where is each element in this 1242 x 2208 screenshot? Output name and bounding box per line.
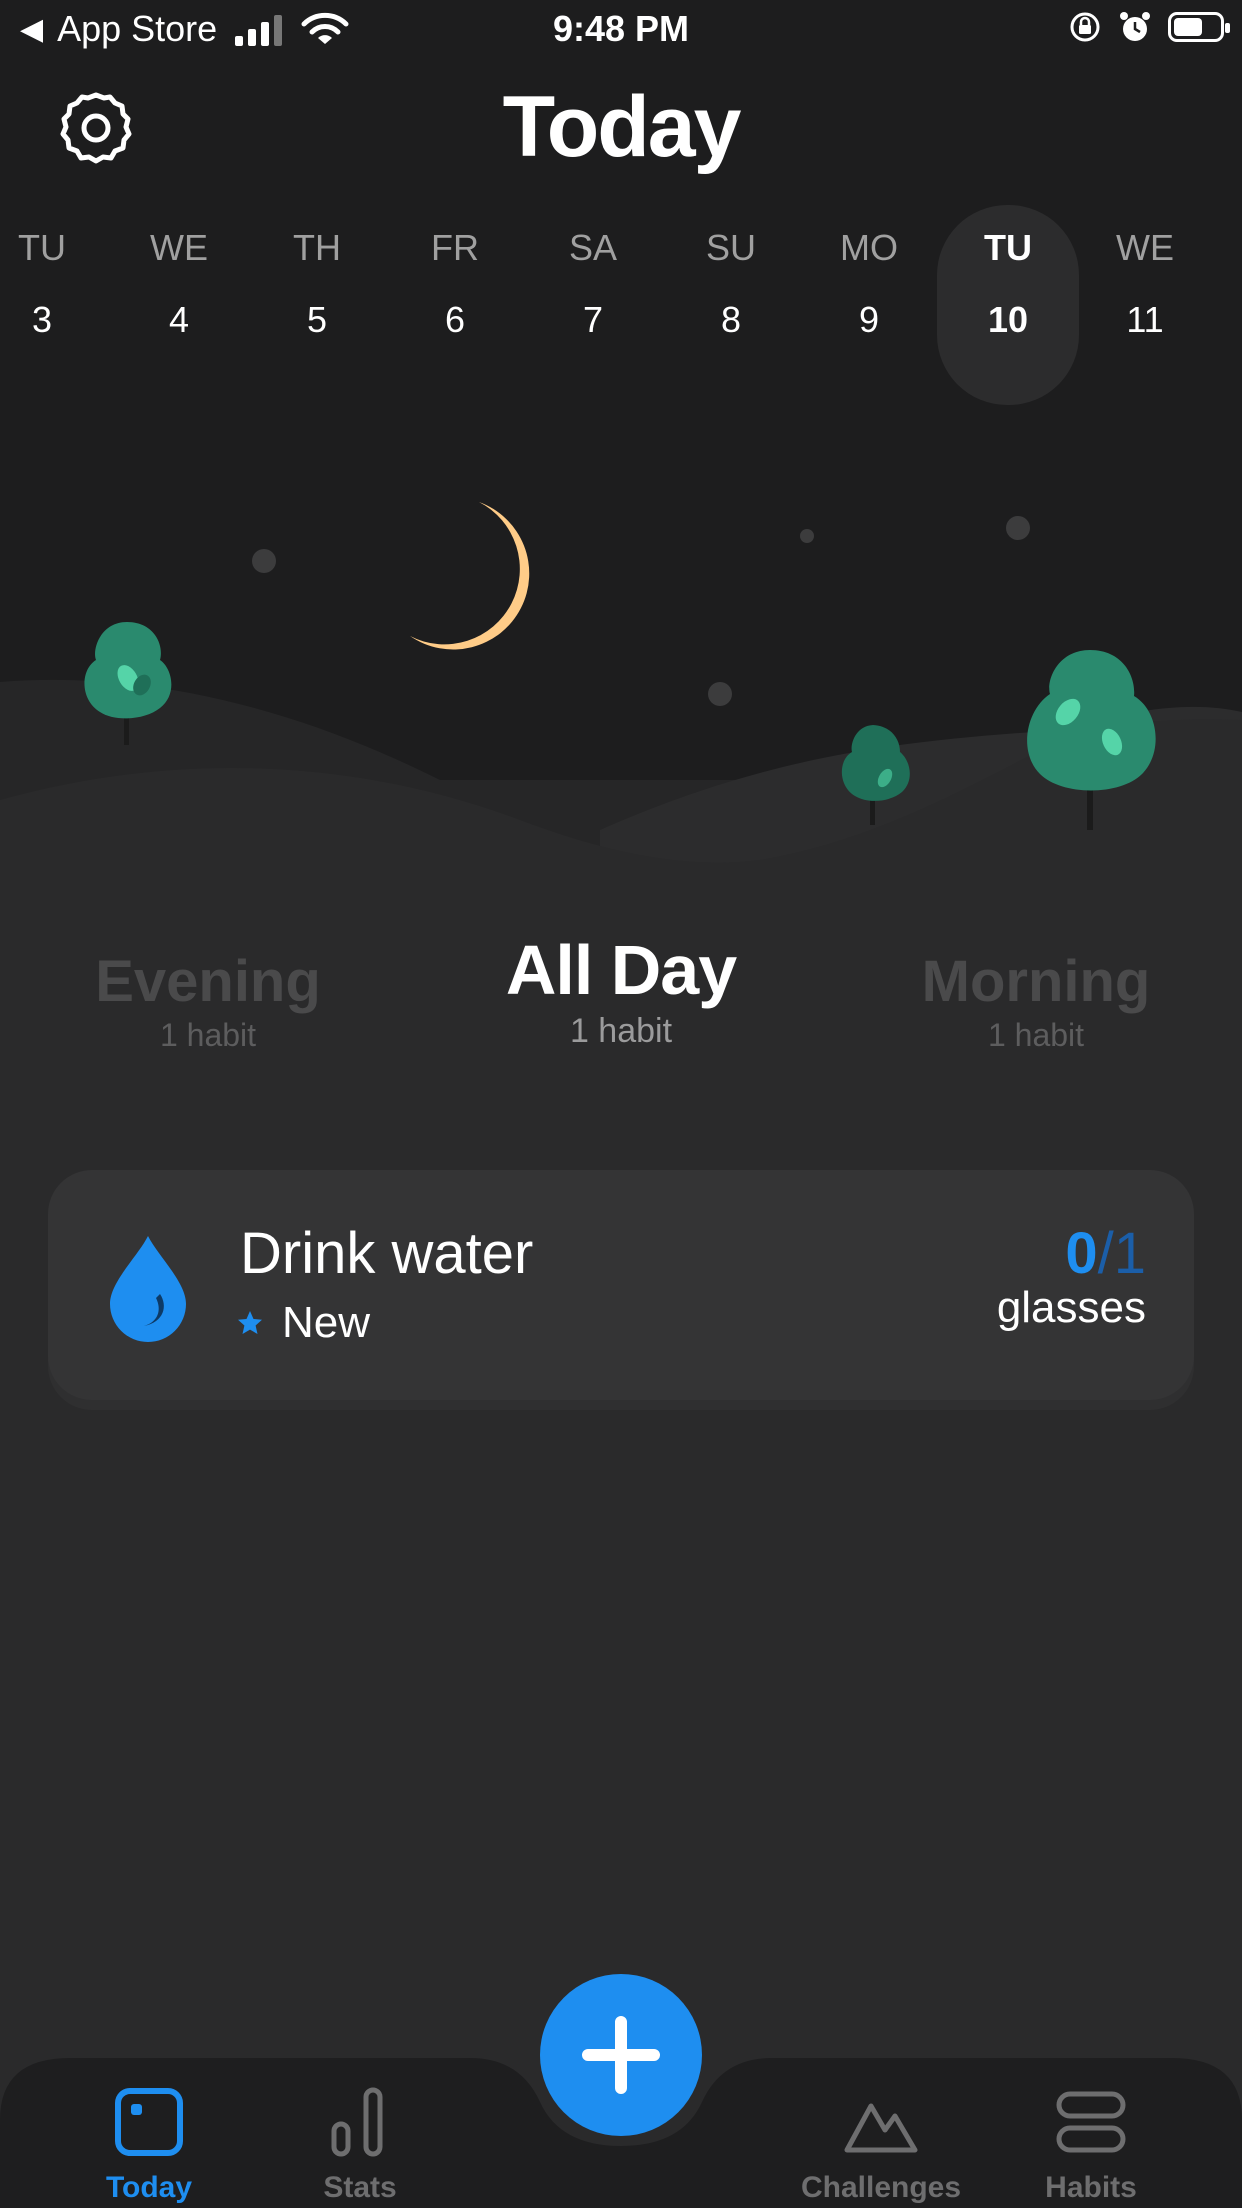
day-number: 3: [31, 299, 53, 340]
calendar-day[interactable]: WE 4: [110, 205, 248, 405]
calendar-day[interactable]: FR 6: [386, 205, 524, 405]
segment-morning[interactable]: Morning 1 habit: [906, 948, 1166, 1054]
day-number: 5: [306, 299, 328, 340]
habit-progress: 0/1 glasses: [997, 1220, 1146, 1333]
calendar-day[interactable]: WE 11: [1076, 205, 1214, 405]
day-number: 9: [858, 299, 880, 340]
segment-subtitle: 1 habit: [159, 1017, 257, 1053]
day-of-week: TU: [18, 227, 66, 268]
segment-subtitle: 1 habit: [987, 1017, 1085, 1053]
day-of-week: WE: [150, 227, 208, 268]
day-of-week: WE: [1116, 227, 1174, 268]
calendar-day[interactable]: SU 8: [662, 205, 800, 405]
day-of-week: FR: [431, 227, 479, 268]
night-scene-illustration: [0, 502, 1242, 880]
calendar-day-selected[interactable]: TU 10: [937, 205, 1079, 405]
progress-current: 0: [1065, 1221, 1098, 1286]
calendar-day[interactable]: MO 9: [800, 205, 938, 405]
day-number: 10: [987, 299, 1029, 340]
progress-target: 1: [1113, 1221, 1146, 1286]
segment-title: All Day: [505, 931, 737, 1009]
tab-label: Habits: [1045, 2171, 1137, 2204]
tab-today[interactable]: Today: [59, 2086, 239, 2205]
day-of-week: TU: [984, 227, 1032, 268]
orientation-lock-icon: [1070, 12, 1100, 42]
challenges-icon: [844, 2103, 918, 2153]
moon-icon: [410, 502, 530, 650]
habit-status-tag: New: [236, 1298, 370, 1348]
battery-icon: [1168, 12, 1230, 42]
plus-icon: [582, 2016, 660, 2094]
today-icon: [115, 2088, 183, 2156]
calendar-day[interactable]: TH 5: [248, 205, 386, 405]
day-of-week: MO: [840, 227, 898, 268]
habit-tag-label: New: [282, 1298, 371, 1347]
time-of-day-selector: Evening 1 habit All Day 1 habit Morning …: [0, 930, 1242, 1070]
stats-icon: [331, 2087, 383, 2157]
alarm-icon: [1120, 12, 1150, 41]
tab-label: Today: [105, 2171, 193, 2204]
tab-stats[interactable]: Stats: [270, 2086, 450, 2205]
progress-unit: glasses: [996, 1283, 1146, 1332]
tab-challenges[interactable]: Challenges: [791, 2086, 971, 2205]
segment-title: Evening: [95, 949, 321, 1014]
habit-card[interactable]: Drink water New 0/1 glasses: [48, 1170, 1194, 1400]
star-dot: [800, 529, 814, 543]
status-time: 9:48 PM: [552, 8, 690, 49]
day-of-week: SA: [568, 227, 618, 268]
day-of-week: TH: [293, 227, 341, 268]
day-number: 4: [168, 299, 190, 340]
tab-habits[interactable]: Habits: [1001, 2086, 1181, 2205]
week-calendar: TU 3 WE 4 TH 5 FR 6 SA 7 SU 8 MO 9 TU 10…: [0, 205, 1242, 410]
star-dot: [1006, 516, 1030, 540]
calendar-day[interactable]: TU 3: [0, 205, 111, 405]
day-number: 11: [1126, 299, 1164, 340]
day-of-week: SU: [705, 227, 756, 268]
status-right: [1068, 10, 1230, 44]
segment-all-day[interactable]: All Day 1 habit: [461, 930, 781, 1051]
star-dot: [708, 682, 732, 706]
day-number: 8: [720, 299, 742, 340]
star-dot: [252, 549, 276, 573]
segment-evening[interactable]: Evening 1 habit: [88, 948, 328, 1054]
tab-label: Challenges: [800, 2171, 962, 2204]
progress-count: 0/1: [997, 1220, 1146, 1287]
progress-separator: /: [1097, 1221, 1114, 1286]
add-habit-button[interactable]: [540, 1974, 702, 2136]
status-bar: ◀ App Store 9:48 PM: [0, 0, 1242, 64]
habits-icon: [1056, 2091, 1126, 2153]
day-number: 6: [444, 299, 466, 340]
habit-name: Drink water: [240, 1221, 534, 1286]
segment-title: Morning: [921, 949, 1151, 1014]
day-number: 7: [582, 299, 604, 340]
page-title: Today: [502, 79, 742, 175]
calendar-day[interactable]: SA 7: [524, 205, 662, 405]
star-icon: [238, 1311, 262, 1334]
segment-subtitle: 1 habit: [569, 1012, 673, 1050]
water-drop-icon: [110, 1236, 186, 1342]
tab-label: Stats: [323, 2171, 397, 2204]
